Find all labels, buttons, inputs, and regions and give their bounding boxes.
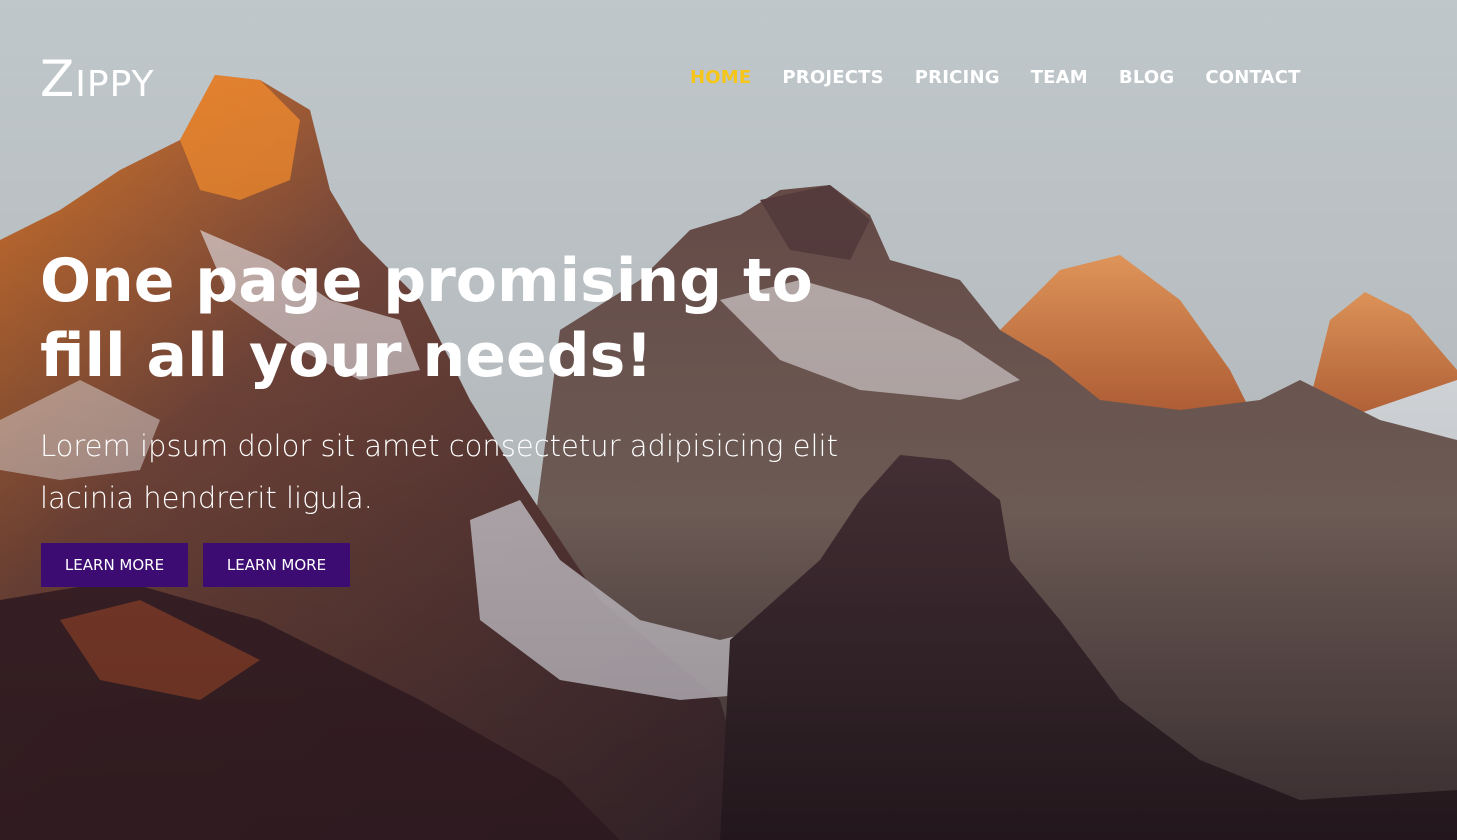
hero-section: ZIPPY HOME PROJECTS PRICING TEAM BLOG CO… xyxy=(0,0,1457,840)
headline-line-2: fill all your needs! xyxy=(40,321,653,391)
logo-rest: IPPY xyxy=(75,64,155,105)
hero-subtitle: Lorem ipsum dolor sit amet consectetur a… xyxy=(40,429,838,515)
nav-projects[interactable]: PROJECTS xyxy=(782,66,883,90)
headline-line-1: One page promising to xyxy=(40,246,813,316)
main-nav: HOME PROJECTS PRICING TEAM BLOG CONTACT xyxy=(690,66,1301,90)
brand-logo[interactable]: ZIPPY xyxy=(40,54,155,110)
nav-contact[interactable]: CONTACT xyxy=(1205,66,1300,90)
hero-buttons: LEARN MORE LEARN MORE xyxy=(41,543,350,587)
nav-team[interactable]: TEAM xyxy=(1031,66,1088,90)
nav-pricing[interactable]: PRICING xyxy=(915,66,1000,90)
learn-more-button-2[interactable]: LEARN MORE xyxy=(203,543,350,587)
nav-blog[interactable]: BLOG xyxy=(1119,66,1174,90)
learn-more-button-1[interactable]: LEARN MORE xyxy=(41,543,188,587)
logo-initial: Z xyxy=(40,50,76,108)
nav-home[interactable]: HOME xyxy=(690,66,751,90)
hero-headline: One page promising to fill all your need… xyxy=(40,244,940,394)
